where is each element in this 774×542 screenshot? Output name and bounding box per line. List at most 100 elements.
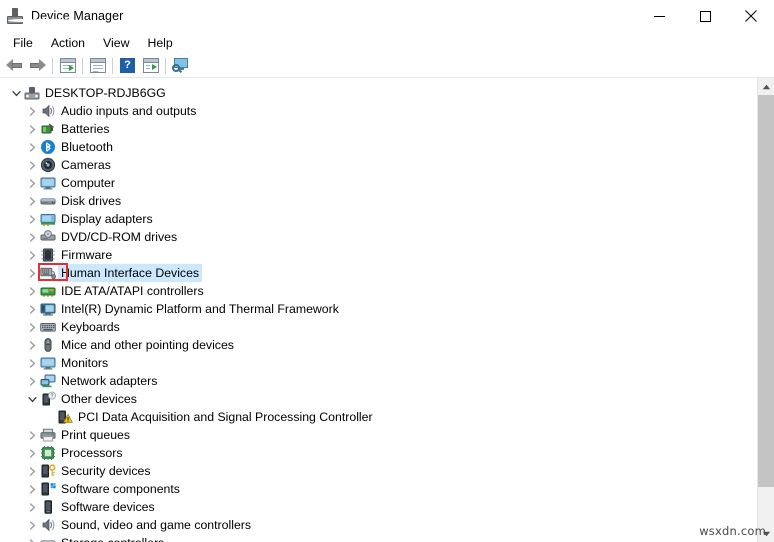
chevron-right-icon[interactable] — [24, 228, 40, 246]
mouse-icon — [40, 337, 56, 353]
tree-row[interactable]: Batteries — [0, 120, 757, 138]
show-hide-console-tree-button[interactable] — [56, 55, 79, 76]
chevron-right-icon[interactable] — [24, 138, 40, 156]
toolbar-separator — [112, 57, 113, 74]
tree-row[interactable]: Human Interface Devices — [0, 264, 757, 282]
chevron-right-icon[interactable] — [24, 498, 40, 516]
tree-row-label: Processors — [61, 446, 123, 460]
chevron-right-icon[interactable] — [24, 480, 40, 498]
thermal-framework-icon — [40, 301, 56, 317]
tree-row-label: Audio inputs and outputs — [61, 104, 197, 118]
chevron-right-icon[interactable] — [24, 318, 40, 336]
tree-row[interactable]: Bluetooth — [0, 138, 757, 156]
bluetooth-icon — [40, 139, 56, 155]
tree-row-label: Software components — [61, 482, 180, 496]
tree-row[interactable]: Network adapters — [0, 372, 757, 390]
chevron-right-icon[interactable] — [24, 120, 40, 138]
tree-row[interactable]: Disk drives — [0, 192, 757, 210]
update-driver-icon — [142, 58, 159, 73]
tree-row[interactable]: Software devices — [0, 498, 757, 516]
tree-row[interactable]: Firmware — [0, 246, 757, 264]
help-button[interactable]: ? — [116, 55, 139, 76]
tree-row[interactable]: PCI Data Acquisition and Signal Processi… — [0, 408, 757, 426]
chevron-right-icon[interactable] — [24, 336, 40, 354]
close-button[interactable] — [728, 0, 774, 32]
tree-row[interactable]: Display adapters — [0, 210, 757, 228]
tree-row[interactable]: ? Other devices — [0, 390, 757, 408]
network-adapter-icon — [40, 373, 56, 389]
maximize-button[interactable] — [682, 0, 728, 32]
chevron-right-icon[interactable] — [24, 516, 40, 534]
tree-row-label: Security devices — [61, 464, 151, 478]
chevron-right-icon[interactable] — [24, 354, 40, 372]
properties-button[interactable] — [86, 55, 109, 76]
scan-for-hardware-changes-button[interactable] — [169, 55, 192, 76]
tree-row[interactable]: Print queues — [0, 426, 757, 444]
tree-row[interactable]: Cameras — [0, 156, 757, 174]
menu-file[interactable]: File — [4, 34, 42, 53]
forward-button[interactable] — [26, 55, 49, 76]
tree-row[interactable]: Software components — [0, 480, 757, 498]
tree-row[interactable]: Sound, video and game controllers — [0, 516, 757, 534]
device-manager-window: Device Manager File Action View Help ? D… — [0, 0, 774, 542]
chevron-right-icon[interactable] — [24, 444, 40, 462]
tree-row[interactable]: Computer — [0, 174, 757, 192]
scroll-up-button[interactable] — [758, 78, 774, 95]
chevron-right-icon[interactable] — [24, 156, 40, 174]
chevron-right-icon[interactable] — [24, 300, 40, 318]
properties-icon — [89, 58, 106, 73]
menu-help[interactable]: Help — [138, 34, 181, 53]
tree-row[interactable]: Monitors — [0, 354, 757, 372]
forward-arrow-icon — [29, 59, 46, 72]
vertical-scrollbar[interactable] — [757, 78, 774, 542]
optical-drive-icon — [40, 229, 56, 245]
device-manager-icon — [7, 8, 78, 24]
menu-bar: File Action View Help — [0, 32, 774, 54]
chevron-right-icon[interactable] — [24, 426, 40, 444]
tree-row-label: Software devices — [61, 500, 155, 514]
toolbar: ? — [0, 54, 774, 78]
disk-drive-icon — [40, 193, 56, 209]
tree-row[interactable]: Security devices — [0, 462, 757, 480]
other-device-question-icon: ? — [40, 391, 56, 407]
monitor-icon — [40, 355, 56, 371]
tree-row[interactable]: Audio inputs and outputs — [0, 102, 757, 120]
update-driver-button[interactable] — [139, 55, 162, 76]
window-controls — [636, 0, 774, 32]
chevron-right-icon[interactable] — [24, 192, 40, 210]
tree-row[interactable]: DVD/CD-ROM drives — [0, 228, 757, 246]
scan-for-hardware-changes-icon — [172, 58, 189, 74]
menu-view[interactable]: View — [94, 34, 138, 53]
tree-row-label: Disk drives — [61, 194, 122, 208]
hid-keyboard-icon — [40, 265, 56, 281]
chevron-right-icon[interactable] — [24, 210, 40, 228]
back-button[interactable] — [3, 55, 26, 76]
show-hide-console-tree-icon — [59, 58, 76, 73]
menu-action[interactable]: Action — [42, 34, 94, 53]
tree-row-label: Human Interface Devices — [58, 264, 203, 282]
chevron-right-icon[interactable] — [24, 102, 40, 120]
chevron-right-icon[interactable] — [24, 174, 40, 192]
tree-row-root[interactable]: DESKTOP-RDJB6GG — [0, 84, 757, 102]
chevron-right-icon[interactable] — [24, 282, 40, 300]
chevron-down-icon[interactable] — [8, 84, 24, 102]
tree-row[interactable]: Processors — [0, 444, 757, 462]
unknown-device-warning-icon — [57, 409, 73, 425]
chevron-right-icon[interactable] — [24, 264, 40, 282]
watermark: wsxdn.com — [699, 524, 766, 538]
tree-row[interactable]: Storage controllers — [0, 534, 757, 542]
minimize-button[interactable] — [636, 0, 682, 32]
chevron-right-icon[interactable] — [24, 534, 40, 542]
chevron-right-icon[interactable] — [24, 372, 40, 390]
scroll-thumb[interactable] — [758, 95, 774, 487]
tree-row-label: Firmware — [61, 248, 113, 262]
tree-row[interactable]: Intel(R) Dynamic Platform and Thermal Fr… — [0, 300, 757, 318]
tree-row[interactable]: Keyboards — [0, 318, 757, 336]
tree-row[interactable]: Mice and other pointing devices — [0, 336, 757, 354]
tree-row[interactable]: IDE ATA/ATAPI controllers — [0, 282, 757, 300]
chevron-right-icon[interactable] — [24, 462, 40, 480]
chevron-right-icon[interactable] — [24, 246, 40, 264]
tree-row-label: Computer — [61, 176, 115, 190]
camera-icon — [40, 157, 56, 173]
chevron-down-icon[interactable] — [24, 390, 40, 408]
